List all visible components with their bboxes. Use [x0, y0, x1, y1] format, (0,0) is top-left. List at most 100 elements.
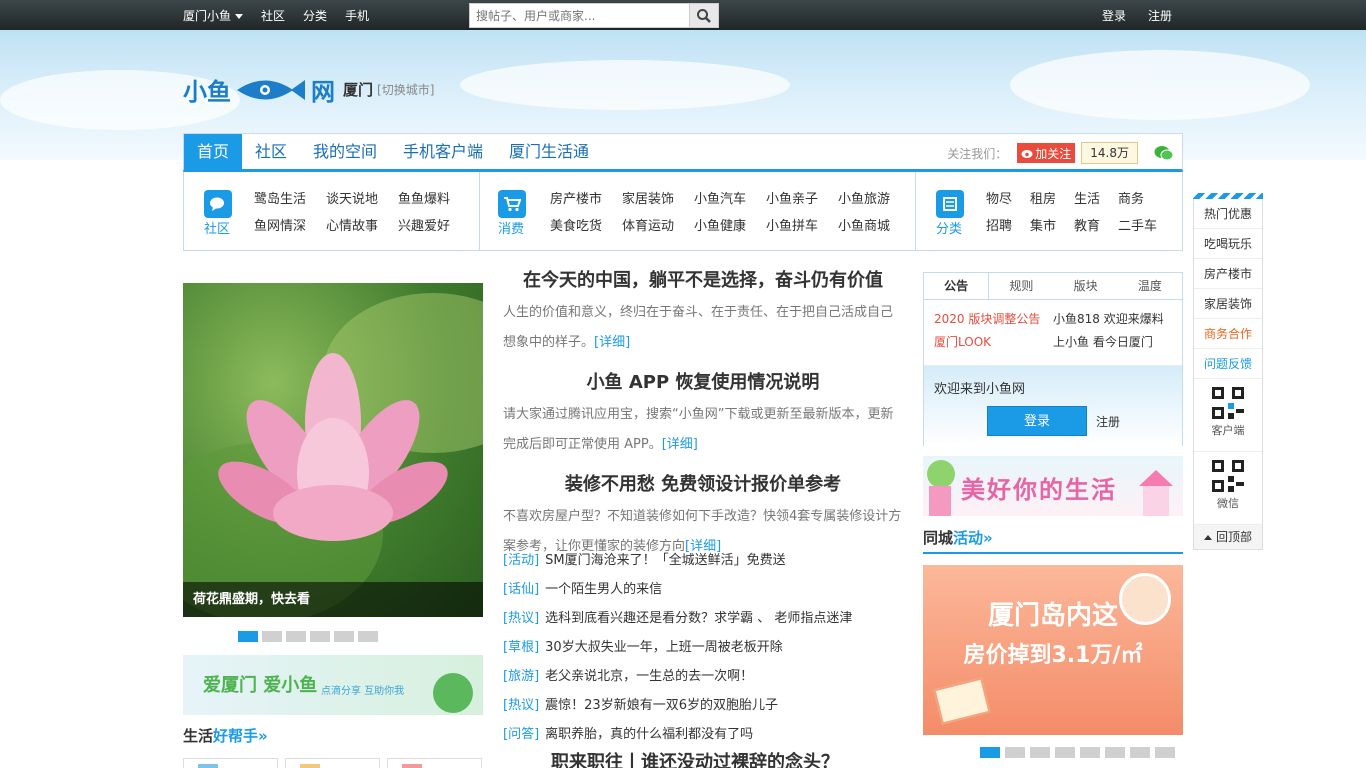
- top-nav-category[interactable]: 分类: [303, 7, 327, 24]
- list-item-tag[interactable]: [热议]: [503, 611, 539, 626]
- list-item-title[interactable]: 30岁大叔失业一年，上班一周被老板开除: [545, 640, 783, 655]
- banner-dot[interactable]: [1080, 747, 1100, 758]
- subnav-link[interactable]: 招聘: [986, 215, 1030, 234]
- subnav-link[interactable]: 小鱼拼车: [766, 215, 838, 234]
- banner-dot[interactable]: [1055, 747, 1075, 758]
- subnav-link[interactable]: 二手车: [1118, 215, 1162, 234]
- banner-dot[interactable]: [1105, 747, 1125, 758]
- slider-dot[interactable]: [262, 631, 282, 642]
- list-item[interactable]: [话仙] 一个陌生男人的来信: [503, 575, 903, 604]
- subnav-link[interactable]: 小鱼健康: [694, 215, 766, 234]
- sidebar-item-food-fun[interactable]: 吃喝玩乐: [1194, 229, 1262, 259]
- subnav-link[interactable]: 小鱼汽车: [694, 188, 766, 207]
- list-item-title[interactable]: SM厦门海沧来了！「全城送鲜活」免费送: [545, 553, 785, 568]
- list-item[interactable]: [草根] 30岁大叔失业一年，上班一周被老板开除: [503, 633, 903, 662]
- site-logo[interactable]: 小鱼 网 厦门 [切换城市]: [183, 72, 434, 107]
- banner-dot[interactable]: [980, 747, 1000, 758]
- back-to-top-button[interactable]: 回顶部: [1194, 525, 1262, 549]
- subnav-link[interactable]: 物尽: [986, 188, 1030, 207]
- subnav-link[interactable]: 小鱼亲子: [766, 188, 838, 207]
- slider-dot[interactable]: [358, 631, 378, 642]
- sidebar-item-business[interactable]: 商务合作: [1194, 319, 1262, 349]
- nav-community[interactable]: 社区: [255, 134, 287, 170]
- slider-dot[interactable]: [334, 631, 354, 642]
- banner-dot[interactable]: [1030, 747, 1050, 758]
- subnav-link[interactable]: 集市: [1030, 215, 1074, 234]
- nav-home[interactable]: 首页: [184, 134, 243, 170]
- article-title[interactable]: 职来职往丨谁还没动过裸辞的念头？: [551, 748, 839, 768]
- top-nav-community[interactable]: 社区: [261, 7, 285, 24]
- subnav-link[interactable]: 小鱼商城: [838, 215, 910, 234]
- list-item[interactable]: [活动] SM厦门海沧来了！「全城送鲜活」免费送: [503, 546, 903, 575]
- subnav-link[interactable]: 租房: [1030, 188, 1074, 207]
- subnav-link[interactable]: 生活: [1074, 188, 1118, 207]
- article-title[interactable]: 装修不用愁 免费领设计报价单参考: [503, 470, 903, 496]
- list-item-title[interactable]: 离职养胎，真的什么福利都没有了吗: [545, 727, 753, 742]
- wechat-qr[interactable]: 微信: [1194, 452, 1262, 525]
- slider-caption[interactable]: 荷花鼎盛期，快去看: [183, 582, 483, 617]
- helper-card[interactable]: [387, 758, 482, 768]
- search-button[interactable]: [689, 4, 718, 27]
- list-item-tag[interactable]: [热议]: [503, 698, 539, 713]
- list-item-title[interactable]: 震惊！23岁新娘有一双6岁的双胞胎儿子: [545, 698, 778, 713]
- tab-sections[interactable]: 版块: [1054, 273, 1118, 299]
- banner-dot[interactable]: [1130, 747, 1150, 758]
- list-item-tag[interactable]: [草根]: [503, 640, 539, 655]
- register-link[interactable]: 注册: [1148, 7, 1172, 24]
- promo-banner-love-xiamen[interactable]: 爱厦门 爱小鱼 点滴分享 互助你我: [183, 655, 483, 715]
- subnav-link[interactable]: 体育运动: [622, 215, 694, 234]
- sidebar-item-real-estate[interactable]: 房产楼市: [1194, 259, 1262, 289]
- notice-item[interactable]: 2020 版块调整公告: [934, 310, 1053, 327]
- notice-item[interactable]: 上小鱼 看今日厦门: [1053, 333, 1172, 350]
- sidebar-item-home-decor[interactable]: 家居装饰: [1194, 289, 1262, 319]
- list-item[interactable]: [问答] 离职养胎，真的什么福利都没有了吗: [503, 720, 903, 749]
- slider-dot[interactable]: [286, 631, 306, 642]
- promo-banner-housing[interactable]: 厦门岛内这 房价掉到3.1万/㎡: [923, 565, 1183, 735]
- wechat-icon[interactable]: [1154, 145, 1174, 161]
- article-title[interactable]: 在今天的中国，躺平不是选择，奋斗仍有价值: [503, 266, 903, 292]
- notice-item[interactable]: 厦门LOOK: [934, 333, 1053, 350]
- subnav-link[interactable]: 房产楼市: [550, 188, 622, 207]
- promo-banner-beautiful-life[interactable]: 美好你的生活: [923, 456, 1183, 516]
- tab-notice[interactable]: 公告: [924, 273, 990, 299]
- city-menu[interactable]: 厦门小鱼: [183, 7, 244, 24]
- list-item-tag[interactable]: [旅游]: [503, 669, 539, 684]
- helper-title-link[interactable]: 好帮手»: [213, 727, 268, 745]
- notice-item[interactable]: 小鱼818 欢迎来爆料: [1053, 310, 1172, 327]
- list-item-tag[interactable]: [话仙]: [503, 582, 539, 597]
- subnav-link[interactable]: 鱼鱼爆料: [398, 188, 470, 207]
- subnav-link[interactable]: 商务: [1118, 188, 1162, 207]
- list-item[interactable]: [热议] 震惊！23岁新娘有一双6岁的双胞胎儿子: [503, 691, 903, 720]
- local-events-link[interactable]: 活动»: [953, 529, 993, 547]
- top-nav-mobile[interactable]: 手机: [345, 7, 369, 24]
- subnav-link[interactable]: 兴趣爱好: [398, 215, 470, 234]
- banner-dot[interactable]: [1005, 747, 1025, 758]
- subnav-consume-label[interactable]: 消费: [498, 218, 538, 237]
- list-item[interactable]: [热议] 选科到底看兴趣还是看分数？求学霸 、 老师指点迷津: [503, 604, 903, 633]
- list-item[interactable]: [旅游] 老父亲说北京，一生总的去一次啊！: [503, 662, 903, 691]
- subnav-community-label[interactable]: 社区: [204, 218, 244, 237]
- subnav-link[interactable]: 美食吃货: [550, 215, 622, 234]
- switch-city-link[interactable]: [切换城市]: [377, 81, 434, 98]
- tab-temperature[interactable]: 温度: [1118, 273, 1182, 299]
- register-link[interactable]: 注册: [1096, 413, 1120, 430]
- subnav-link[interactable]: 心情故事: [326, 215, 398, 234]
- tab-rules[interactable]: 规则: [989, 273, 1053, 299]
- nav-life-service[interactable]: 厦门生活通: [509, 134, 589, 170]
- list-item-tag[interactable]: [活动]: [503, 553, 539, 568]
- list-item-title[interactable]: 选科到底看兴趣还是看分数？求学霸 、 老师指点迷津: [545, 611, 852, 626]
- list-item-tag[interactable]: [问答]: [503, 727, 539, 742]
- subnav-link[interactable]: 谈天说地: [326, 188, 398, 207]
- article-title[interactable]: 小鱼 APP 恢复使用情况说明: [503, 368, 903, 394]
- image-slider[interactable]: 荷花鼎盛期，快去看: [183, 283, 483, 617]
- subnav-link[interactable]: 教育: [1074, 215, 1118, 234]
- subnav-link[interactable]: 小鱼旅游: [838, 188, 910, 207]
- weibo-follow-button[interactable]: 加关注: [1017, 143, 1076, 163]
- subnav-link[interactable]: 家居装饰: [622, 188, 694, 207]
- slider-dot[interactable]: [238, 631, 258, 642]
- nav-mobile-client[interactable]: 手机客户端: [403, 134, 483, 170]
- client-qr[interactable]: 客户端: [1194, 379, 1262, 452]
- login-button[interactable]: 登录: [987, 406, 1087, 436]
- subnav-link[interactable]: 鹭岛生活: [254, 188, 326, 207]
- list-item-title[interactable]: 一个陌生男人的来信: [545, 582, 662, 597]
